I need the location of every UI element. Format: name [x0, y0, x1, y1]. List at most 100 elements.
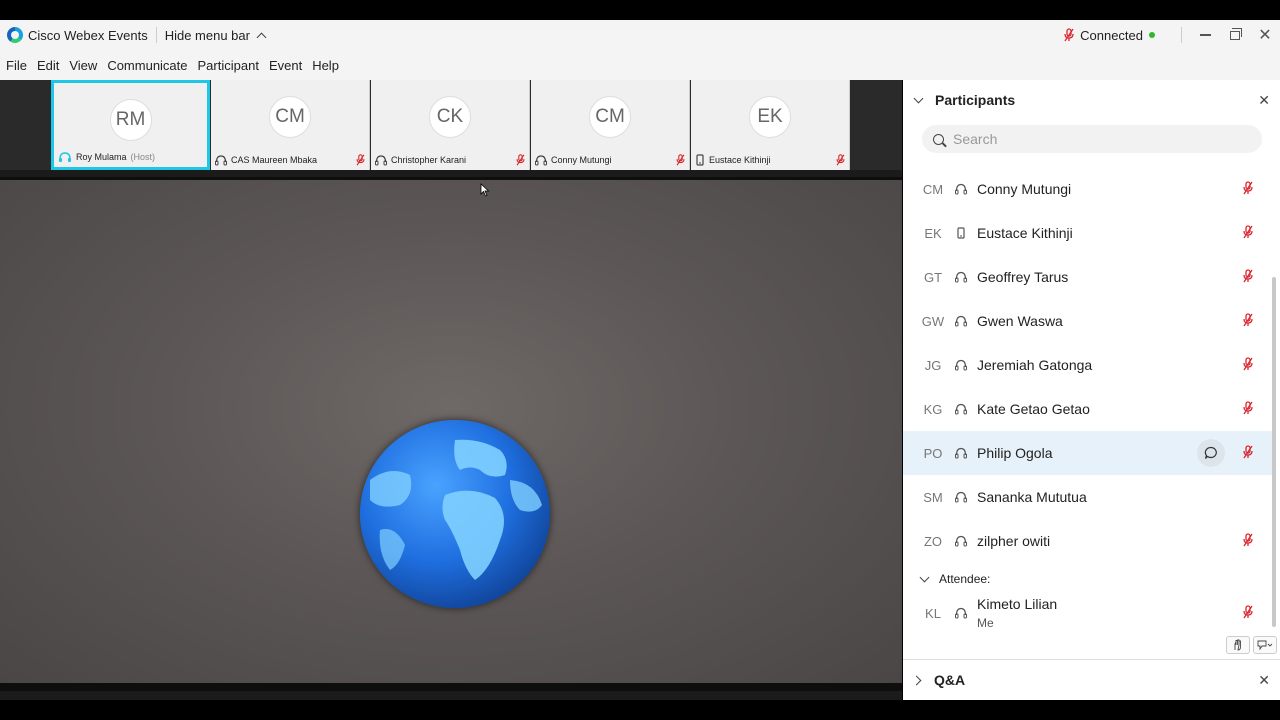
- list-item[interactable]: JG Jeremiah Gatonga: [903, 343, 1273, 387]
- participant-name: Sananka Mututua: [977, 489, 1087, 505]
- host-label: (Host): [130, 152, 156, 162]
- raise-hand-icon: [1234, 639, 1241, 651]
- menu-file[interactable]: File: [6, 58, 27, 73]
- muted-mic-icon[interactable]: [1243, 605, 1253, 619]
- muted-mic-icon[interactable]: [1243, 313, 1253, 327]
- headset-icon: [954, 358, 968, 372]
- panel-tools: [1226, 636, 1277, 654]
- feedback-dropdown-button[interactable]: [1253, 636, 1277, 654]
- avatar: CM: [589, 96, 631, 138]
- muted-mic-icon: [836, 154, 845, 166]
- muted-mic-icon: [1064, 28, 1074, 42]
- list-item-highlighted[interactable]: PO Philip Ogola: [903, 431, 1273, 475]
- muted-mic-icon[interactable]: [1243, 357, 1253, 371]
- list-item[interactable]: ZO zilpher owiti: [903, 519, 1273, 563]
- muted-mic-icon[interactable]: [1243, 445, 1253, 459]
- list-item[interactable]: CM Conny Mutungi: [903, 167, 1273, 211]
- avatar: KG: [923, 401, 943, 417]
- qa-section-header[interactable]: Q&A ✕: [903, 659, 1280, 700]
- participants-header[interactable]: Participants ✕: [903, 80, 1280, 120]
- webex-logo-icon: [7, 27, 23, 43]
- list-item[interactable]: GW Gwen Waswa: [903, 299, 1273, 343]
- headset-icon: [954, 446, 968, 460]
- minimize-button[interactable]: [1190, 20, 1220, 50]
- thumbnail-cas-maureen-mbaka[interactable]: CM CAS Maureen Mbaka: [211, 80, 370, 170]
- list-item[interactable]: SM Sananka Mututua: [903, 475, 1273, 519]
- title-divider-right: [1181, 27, 1182, 43]
- headset-icon: [375, 154, 387, 165]
- close-qa-button[interactable]: ✕: [1258, 672, 1270, 689]
- restore-button[interactable]: [1220, 20, 1250, 50]
- avatar: RM: [109, 99, 152, 141]
- list-item[interactable]: GT Geoffrey Tarus: [903, 255, 1273, 299]
- connection-status[interactable]: Connected: [1064, 28, 1155, 43]
- muted-mic-icon[interactable]: [1243, 181, 1253, 195]
- menu-edit[interactable]: Edit: [37, 58, 59, 73]
- search-input[interactable]: [953, 131, 1243, 147]
- connection-label: Connected: [1080, 27, 1143, 43]
- list-item[interactable]: EK Eustace Kithinji: [903, 211, 1273, 255]
- menu-event[interactable]: Event: [269, 58, 302, 73]
- menu-help[interactable]: Help: [312, 58, 339, 73]
- minimize-icon: [1199, 34, 1211, 36]
- menu-participant[interactable]: Participant: [198, 58, 259, 73]
- thumbnail-name: Eustace Kithinji: [709, 155, 771, 165]
- thumbnail-name: Christopher Karani: [391, 155, 467, 165]
- mouse-cursor-icon: [480, 183, 490, 197]
- chevron-right-icon[interactable]: [911, 675, 922, 685]
- participant-name: Jeremiah Gatonga: [977, 357, 1093, 373]
- feedback-icon: [1257, 640, 1273, 650]
- menu-view[interactable]: View: [69, 58, 97, 73]
- avatar: PO: [923, 445, 943, 461]
- list-item[interactable]: KG Kate Getao Getao: [903, 387, 1273, 431]
- participant-search[interactable]: [922, 125, 1262, 153]
- avatar: SM: [923, 489, 943, 505]
- thumbnail-eustace-kithinji[interactable]: EK Eustace Kithinji: [691, 80, 850, 170]
- headset-icon: [954, 402, 968, 416]
- avatar: CM: [922, 181, 944, 197]
- thumbnail-strip: RM Roy Mulama (Host) CM CAS Maureen Mbak…: [0, 80, 902, 170]
- menu-communicate[interactable]: Communicate: [107, 58, 187, 73]
- attendee-header-label: Attendee:: [939, 572, 991, 586]
- muted-mic-icon[interactable]: [1243, 225, 1253, 239]
- close-panel-button[interactable]: ✕: [1258, 92, 1270, 109]
- thumbnail-conny-mutungi[interactable]: CM Conny Mutungi: [531, 80, 690, 170]
- close-window-button[interactable]: ✕: [1250, 20, 1280, 50]
- shared-content[interactable]: [0, 180, 902, 685]
- participant-list-scrollbar[interactable]: [1272, 277, 1276, 627]
- panel-title: Participants: [935, 92, 1016, 108]
- headset-icon: [954, 534, 968, 548]
- thumbnail-christopher-karani[interactable]: CK Christopher Karani: [371, 80, 530, 170]
- muted-mic-icon[interactable]: [1243, 401, 1253, 415]
- thumbnail-name: Conny Mutungi: [551, 155, 612, 165]
- headset-icon: [954, 606, 968, 620]
- attendee-me-label: Me: [977, 616, 994, 630]
- headset-video-icon: [59, 151, 71, 162]
- muted-mic-icon[interactable]: [1243, 533, 1253, 547]
- participant-name: Gwen Waswa: [977, 313, 1063, 329]
- screen-top-edge: [0, 0, 1280, 20]
- phone-icon: [696, 154, 704, 166]
- attendee-row[interactable]: KL Kimeto Lilian Me: [903, 593, 1273, 633]
- thumbnail-name: Roy Mulama: [76, 152, 127, 162]
- muted-mic-icon[interactable]: [1243, 269, 1253, 283]
- connected-dot-icon: [1149, 32, 1155, 38]
- participants-panel: Participants ✕ CM Conny Mutungi EK Eusta…: [903, 80, 1280, 700]
- chat-button[interactable]: [1197, 439, 1225, 467]
- chevron-down-icon[interactable]: [919, 572, 930, 582]
- avatar: EK: [749, 96, 791, 138]
- raise-hand-button[interactable]: [1226, 636, 1250, 654]
- participant-name: Conny Mutungi: [977, 181, 1072, 197]
- qa-title: Q&A: [934, 672, 966, 688]
- video-area: RM Roy Mulama (Host) CM CAS Maureen Mbak…: [0, 80, 902, 700]
- attendee-section-header[interactable]: Attendee:: [903, 569, 990, 589]
- hide-menu-bar-button[interactable]: Hide menu bar: [165, 28, 267, 43]
- avatar: CM: [269, 96, 311, 138]
- thumbnail-roy-mulama[interactable]: RM Roy Mulama (Host): [51, 80, 210, 170]
- chevron-down-icon[interactable]: [913, 93, 924, 103]
- participant-name: Eustace Kithinji: [977, 225, 1073, 241]
- title-divider: [155, 27, 157, 43]
- participant-name: Kate Getao Getao: [977, 401, 1090, 417]
- globe-continents: [370, 439, 542, 580]
- participant-list: CM Conny Mutungi EK Eustace Kithinji GT …: [903, 167, 1273, 563]
